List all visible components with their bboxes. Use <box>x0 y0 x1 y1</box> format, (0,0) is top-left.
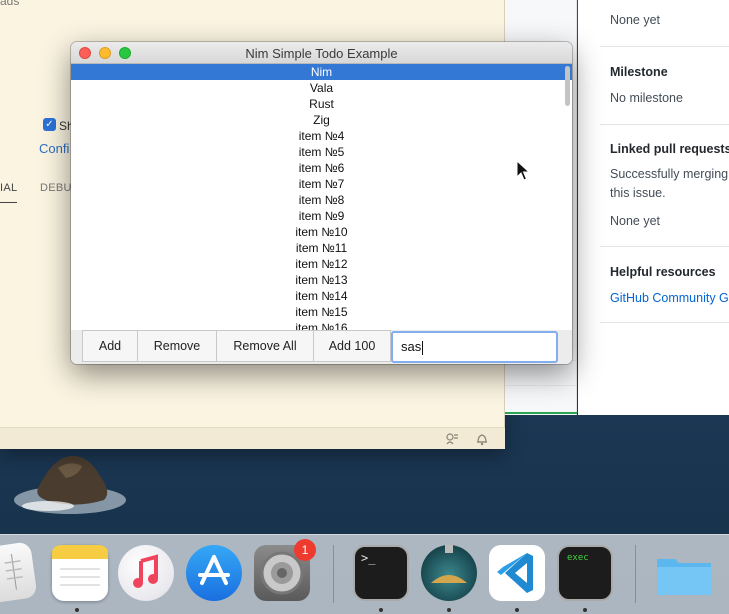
feedback-icon[interactable] <box>445 432 459 446</box>
linked-pr-text-2: this issue. <box>610 186 666 200</box>
running-indicator <box>75 608 79 612</box>
text-caret <box>422 340 424 355</box>
todo-input[interactable]: sas <box>391 331 558 363</box>
app-store-icon[interactable] <box>186 545 242 601</box>
gear-icon[interactable]: 1 <box>254 539 316 601</box>
add-100-button[interactable]: Add 100 <box>313 330 391 362</box>
list-item[interactable]: item №4 <box>71 128 572 144</box>
milestone-value: No milestone <box>610 91 683 105</box>
todo-toolbar: Add Remove Remove All Add 100 sas <box>71 330 572 364</box>
list-item[interactable]: item №15 <box>71 304 572 320</box>
running-indicator <box>379 608 383 612</box>
list-item[interactable]: Zig <box>71 112 572 128</box>
running-indicator <box>447 608 451 612</box>
todo-input-value: sas <box>401 339 422 354</box>
sidebar-divider <box>600 124 729 125</box>
back-window-top-text: ads <box>0 0 20 8</box>
list-item[interactable]: item №7 <box>71 176 572 192</box>
bell-icon[interactable] <box>475 432 489 446</box>
helpful-resources-heading: Helpful resources <box>610 265 716 279</box>
list-item[interactable]: item №14 <box>71 288 572 304</box>
list-item[interactable]: item №12 <box>71 256 572 272</box>
list-item[interactable]: item №10 <box>71 224 572 240</box>
status-bar <box>0 427 505 449</box>
todo-list[interactable]: Nim Vala Rust Zig item №4 item №5 item №… <box>71 64 572 330</box>
list-item[interactable]: item №5 <box>71 144 572 160</box>
list-scrollbar[interactable] <box>565 66 570 106</box>
linked-pr-value: None yet <box>610 214 661 228</box>
folder-icon[interactable] <box>655 545 711 601</box>
list-item[interactable]: Rust <box>71 96 572 112</box>
milestone-heading[interactable]: Milestone <box>610 65 668 79</box>
tab-terminal[interactable]: IAL <box>0 182 18 203</box>
terminal-icon-label: >_ <box>361 551 376 565</box>
configure-link[interactable]: Confi <box>39 141 69 156</box>
island-rock-image <box>14 455 126 514</box>
linked-pr-text: Successfully merging <box>610 167 729 181</box>
terminal-icon[interactable]: >_ <box>353 545 409 601</box>
github-community-link[interactable]: GitHub Community G <box>610 291 729 305</box>
running-indicator <box>515 608 519 612</box>
nim-todo-window: Nim Simple Todo Example Nim Vala Rust Zi… <box>71 42 572 364</box>
notes-icon[interactable] <box>52 545 108 601</box>
list-item[interactable]: item №6 <box>71 160 572 176</box>
music-icon[interactable] <box>118 545 174 601</box>
list-item[interactable]: item №16 <box>71 320 572 330</box>
list-item[interactable]: item №13 <box>71 272 572 288</box>
sidebar-divider <box>600 322 729 323</box>
list-item[interactable]: item №8 <box>71 192 572 208</box>
remove-button[interactable]: Remove <box>137 330 217 362</box>
remove-all-button[interactable]: Remove All <box>216 330 314 362</box>
textedit-icon[interactable] <box>0 541 38 605</box>
exec-icon[interactable]: exec <box>557 545 613 601</box>
list-item[interactable]: Vala <box>71 80 572 96</box>
preview-icon[interactable] <box>421 539 477 601</box>
window-titlebar[interactable]: Nim Simple Todo Example <box>71 42 572 64</box>
dock: 1 >_ exec <box>0 534 729 614</box>
list-item[interactable]: item №11 <box>71 240 572 256</box>
list-item[interactable]: item №9 <box>71 208 572 224</box>
dock-separator <box>333 545 334 603</box>
github-sidebar <box>578 0 729 415</box>
vscode-icon[interactable] <box>489 545 545 601</box>
list-item[interactable]: Nim <box>71 64 572 80</box>
notification-badge: 1 <box>294 539 316 561</box>
mouse-cursor-icon <box>516 160 530 181</box>
show-checkbox[interactable]: ✓ <box>43 118 56 131</box>
window-title: Nim Simple Todo Example <box>245 46 398 61</box>
linked-pr-heading[interactable]: Linked pull requests <box>610 142 729 156</box>
running-indicator <box>583 608 587 612</box>
dock-separator <box>635 545 636 603</box>
exec-icon-label: exec <box>567 553 589 563</box>
reviewers-value: None yet <box>610 13 661 27</box>
sidebar-divider <box>600 46 729 47</box>
add-button[interactable]: Add <box>82 330 138 362</box>
sidebar-divider <box>600 246 729 247</box>
